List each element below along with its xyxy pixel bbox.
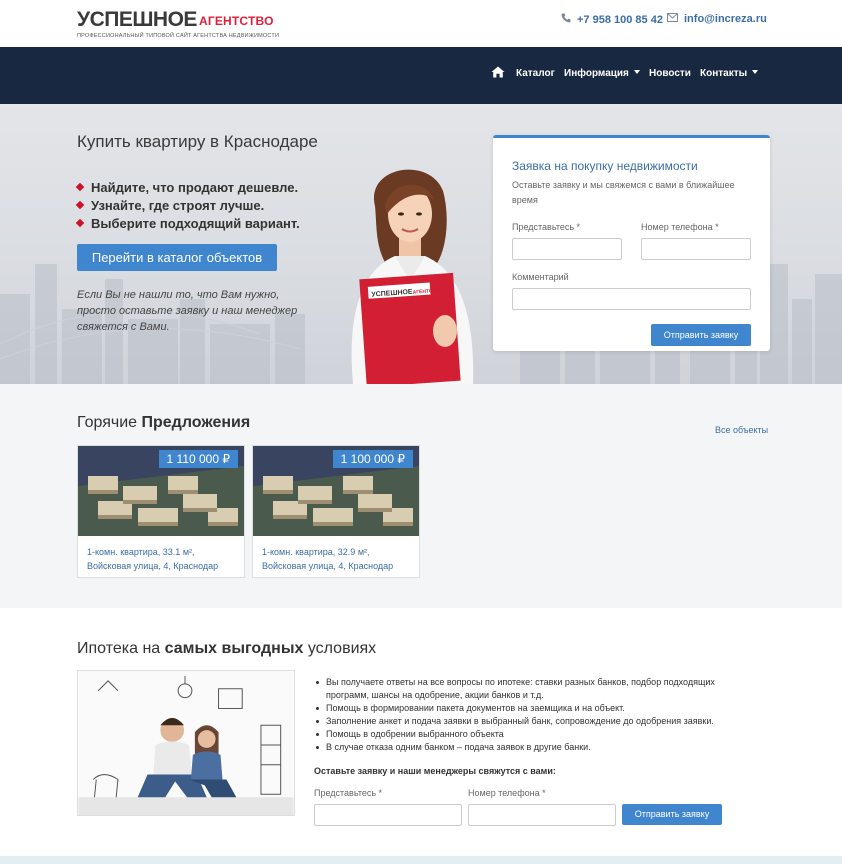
title-regular: Ипотека на: [77, 640, 161, 657]
mortgage-section: Ипотека на самых выгодных условиях Вы по…: [0, 608, 842, 856]
offer-description[interactable]: 1-комн. квартира, 32.9 м², Войсковая улиц…: [262, 545, 393, 573]
bullet-text: Узнайте, где строят лучше.: [91, 198, 265, 213]
list-item: Помощь в формировании пакета документов …: [314, 702, 754, 715]
home-icon[interactable]: [491, 66, 505, 78]
hero-section: Купить квартиру в Краснодаре Найдите, чт…: [0, 104, 842, 384]
site-logo[interactable]: УСПЕШНОЕ АГЕНТСТВО профессиональный типов…: [77, 9, 280, 40]
title-regular: Горячие: [77, 414, 138, 431]
comment-field-label: Комментарий: [512, 272, 569, 282]
bullet-text: Выберите подходящий вариант.: [91, 216, 300, 231]
title-bold: Предложения: [141, 414, 251, 431]
diamond-bullet-icon: [75, 182, 85, 192]
nav-item-information[interactable]: Информация: [564, 68, 640, 79]
footer-strip: [0, 856, 842, 864]
offer-card[interactable]: 1 100 000 ₽ 1-комн. квартира, 32.9 м², Во…: [252, 445, 420, 578]
logo-tagline: профессиональный типовой сайт агентства …: [77, 33, 280, 39]
nav-label: Контакты: [700, 68, 748, 79]
hero-bullet: Найдите, что продают дешевле.: [75, 179, 300, 197]
name-field-label: Представьтесь *: [512, 222, 581, 232]
email-address[interactable]: info@increza.ru: [684, 13, 767, 25]
name-input[interactable]: [512, 238, 622, 260]
nav-item-contacts[interactable]: Контакты: [700, 68, 759, 79]
title-bold: самых выгодных: [164, 640, 304, 657]
phone-icon: [561, 13, 571, 26]
hero-note: Если Вы не нашли то, что Вам нужно, прос…: [77, 289, 298, 333]
offer-line-1: 1-комн. квартира, 33.1 м²,: [87, 547, 195, 557]
price-badge: 1 110 000 ₽: [158, 450, 238, 468]
mortgage-title: Ипотека на самых выгодных условиях: [77, 640, 376, 658]
logo-word-1: УСПЕШНОЕ: [77, 8, 197, 31]
mortgage-name-label: Представьтесь *: [314, 788, 383, 798]
logo-word-2: АГЕНТСТВО: [198, 14, 274, 28]
phone-input[interactable]: [641, 238, 751, 260]
mortgage-cta-text: Оставьте заявку и наши менеджеры свяжутс…: [314, 766, 556, 776]
agent-woman-image: УСПЕШНОЕАГЕНТСТВО: [351, 169, 474, 384]
mortgage-submit-button[interactable]: Отправить заявку: [622, 804, 722, 825]
mortgage-name-input[interactable]: [314, 804, 462, 826]
nav-label: Информация: [564, 68, 629, 79]
price-badge: 1 100 000 ₽: [332, 450, 413, 468]
offer-line-2: Войсковая улица, 4, Краснодар: [262, 561, 394, 571]
caret-down-icon: [752, 70, 759, 74]
phone-number[interactable]: +7 958 100 85 42: [577, 14, 663, 26]
nav-item-catalog[interactable]: Каталог: [516, 68, 555, 79]
mortgage-phone-input[interactable]: [468, 804, 616, 826]
offer-description[interactable]: 1-комн. квартира, 33.1 м², Войсковая улиц…: [87, 545, 218, 573]
list-item: Заполнение анкет и подача заявки в выбра…: [314, 715, 754, 728]
offer-line-1: 1-комн. квартира, 32.9 м²,: [262, 547, 370, 557]
caret-down-icon: [633, 70, 640, 74]
diamond-bullet-icon: [75, 200, 85, 210]
diamond-bullet-icon: [75, 218, 85, 228]
nav-item-news[interactable]: Новости: [649, 68, 691, 79]
hero-bullet: Выберите подходящий вариант.: [75, 215, 300, 233]
header-phone[interactable]: +7 958 100 85 42: [561, 13, 663, 26]
nav-label: Новости: [649, 68, 691, 79]
request-form-card: Заявка на покупку недвижимости Оставьте …: [493, 135, 770, 351]
hot-offers-section: Горячие Предложения Все объекты 1 110 00…: [0, 384, 842, 608]
hero-title: Купить квартиру в Краснодаре: [77, 132, 318, 151]
top-bar: УСПЕШНОЕ АГЕНТСТВО профессиональный типов…: [0, 0, 842, 47]
logo-text: УСПЕШНОЕ АГЕНТСТВО: [77, 9, 279, 32]
request-form-title: Заявка на покупку недвижимости: [512, 159, 698, 173]
nav-label: Каталог: [516, 68, 555, 79]
title-regular: условиях: [307, 640, 377, 657]
envelope-icon: [667, 13, 678, 25]
hot-offers-title: Горячие Предложения: [77, 414, 250, 432]
request-form-subtitle: Оставьте заявку и мы свяжемся с вами в б…: [512, 180, 735, 205]
list-item: В случае отказа одним банком – подача за…: [314, 741, 754, 754]
hero-bullet: Узнайте, где строят лучше.: [75, 197, 300, 215]
offer-card[interactable]: 1 110 000 ₽ 1-комн. квартира, 33.1 м², Во…: [77, 445, 245, 578]
submit-request-button[interactable]: Отправить заявку: [651, 324, 751, 346]
couple-image: [77, 670, 295, 816]
all-objects-link[interactable]: Все объекты: [715, 425, 768, 435]
offer-line-2: Войсковая улица, 4, Краснодар: [87, 561, 219, 571]
mortgage-phone-label: Номер телефона *: [468, 788, 546, 798]
list-item: Помощь в одобрении выбранного объекта: [314, 728, 754, 741]
phone-field-label: Номер телефона *: [641, 222, 719, 232]
mortgage-benefits-list: Вы получаете ответы на все вопросы по ип…: [314, 676, 754, 754]
hero-bullets: Найдите, что продают дешевле. Узнайте, г…: [75, 179, 300, 233]
comment-input[interactable]: [512, 288, 751, 310]
main-navbar: Каталог Информация Новости Контакты: [0, 47, 842, 104]
bullet-text: Найдите, что продают дешевле.: [91, 180, 299, 195]
list-item: Вы получаете ответы на все вопросы по ип…: [314, 676, 754, 702]
catalog-cta-button[interactable]: Перейти в каталог объектов: [77, 244, 277, 271]
header-email[interactable]: info@increza.ru: [667, 13, 767, 25]
